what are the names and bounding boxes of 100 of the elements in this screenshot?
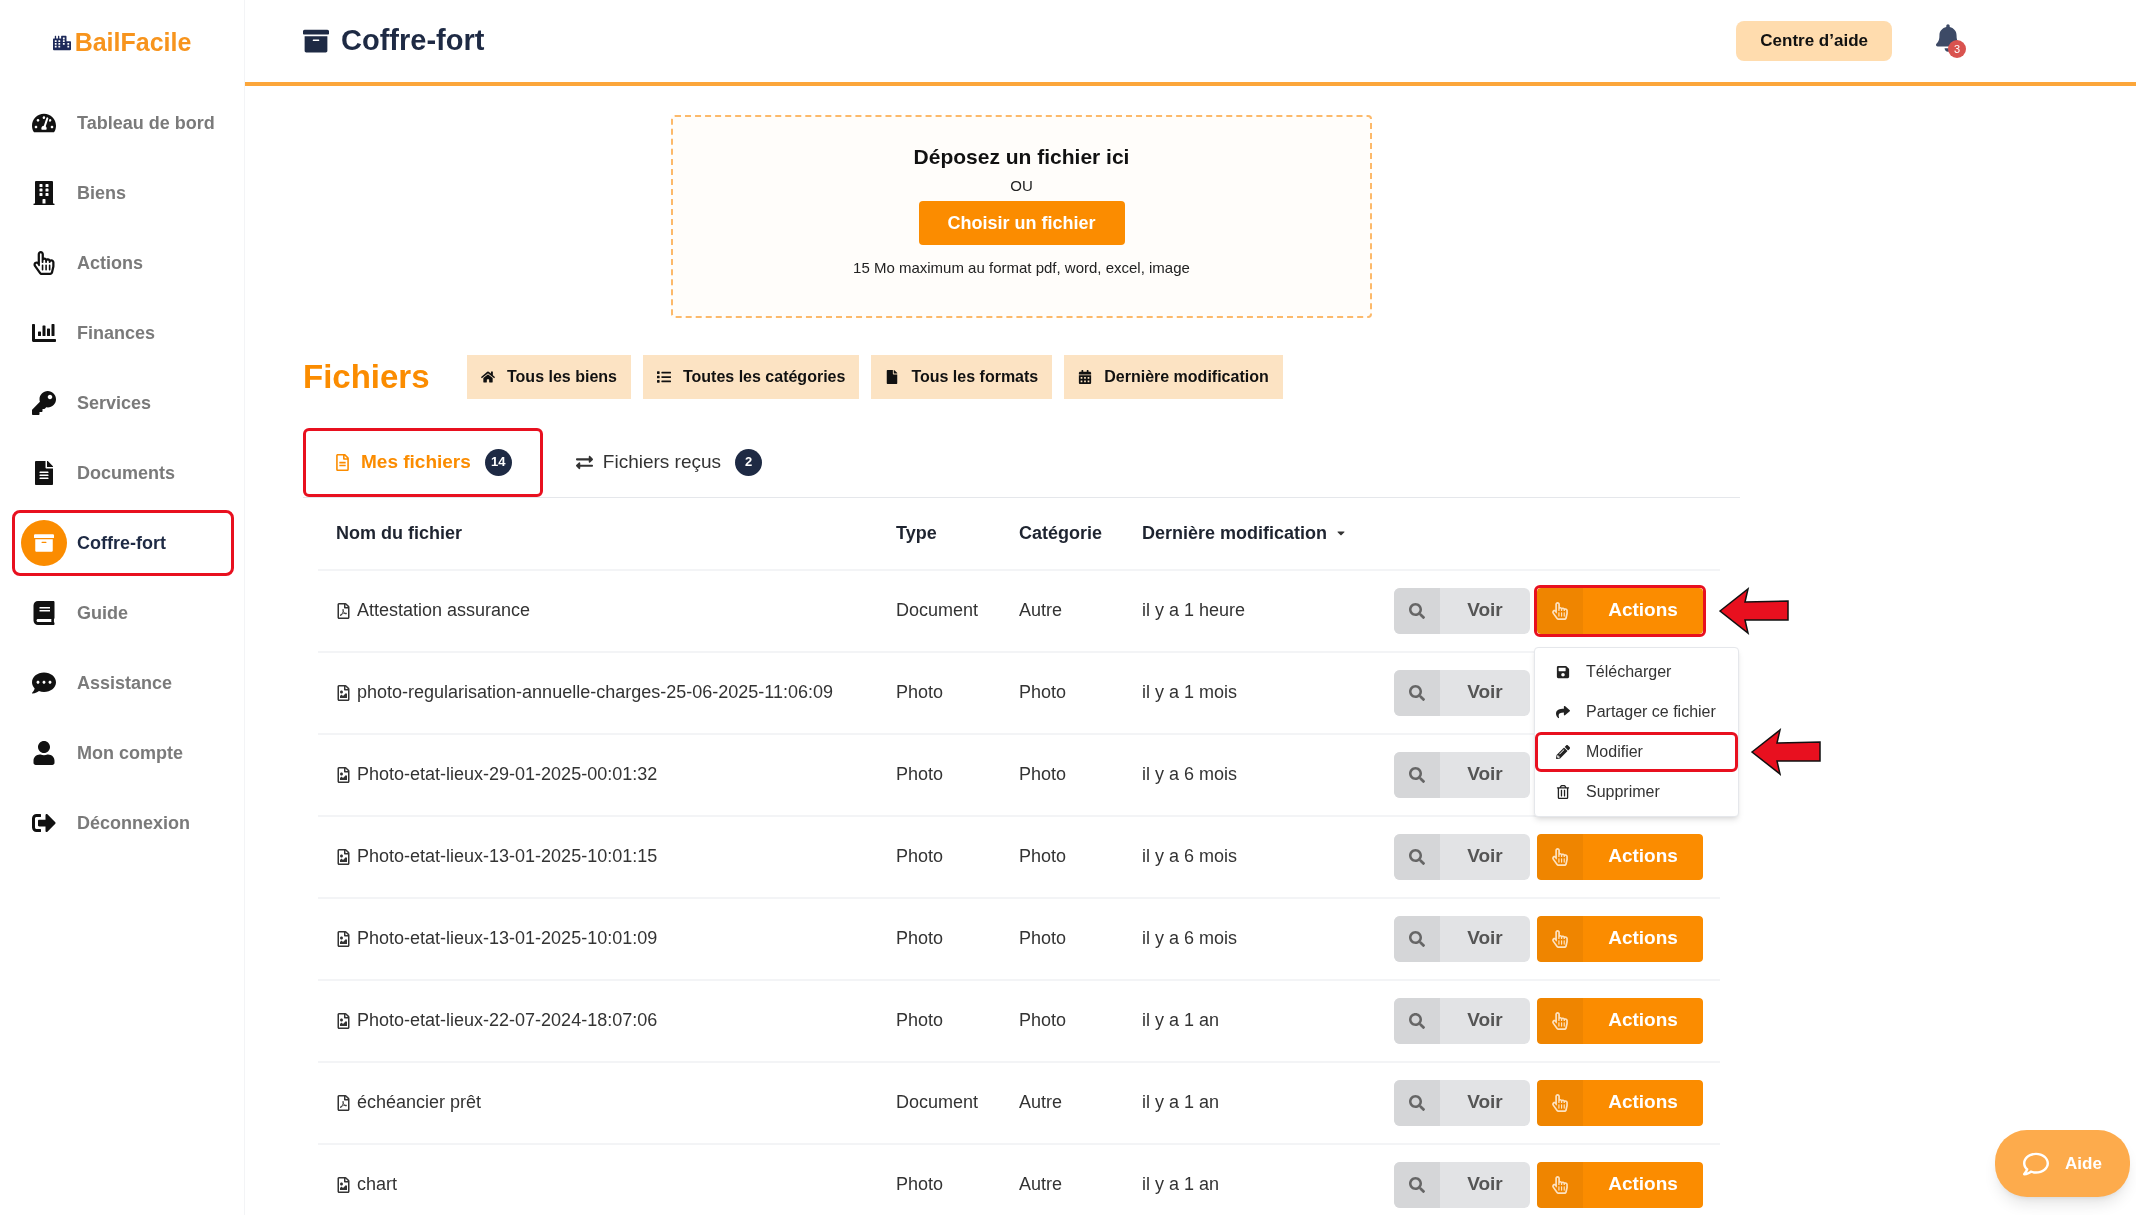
table-cell-text: Autre xyxy=(1019,1091,1064,1114)
hand-pointer-icon xyxy=(1552,929,1568,948)
search-icon xyxy=(1409,1012,1425,1029)
column-header[interactable]: Nom du fichier xyxy=(336,519,462,547)
table-cell-text: Autre xyxy=(1019,1173,1064,1196)
share-arrow-icon xyxy=(1556,704,1570,719)
table-cell-text: Photo xyxy=(896,927,945,950)
sidebar-item[interactable]: Guide xyxy=(12,580,234,646)
filter-button[interactable]: Dernière modification xyxy=(1064,354,1283,399)
sidebar-item[interactable]: Biens xyxy=(12,160,234,226)
table-cell-text: Photo xyxy=(1019,845,1068,868)
hand-pointer-icon xyxy=(1552,847,1568,866)
view-button[interactable]: Voir xyxy=(1394,997,1530,1044)
upload-hint: 15 Mo maximum au format pdf, word, excel, image xyxy=(853,258,1190,278)
exchange-arrows-icon xyxy=(575,453,593,471)
chat-bubble-icon xyxy=(2023,1150,2050,1177)
hand-pointer-icon xyxy=(1552,601,1568,620)
menu-item[interactable]: Télécharger xyxy=(1535,651,1738,692)
sidebar-item[interactable]: Tableau de bord xyxy=(12,90,234,156)
file-name: Photo-etat-lieux-29-01-2025-00:01:32 xyxy=(357,763,658,786)
pencil-icon xyxy=(1556,744,1570,759)
building-icon xyxy=(32,181,56,205)
document-icon xyxy=(32,461,56,485)
table-cell-text: Photo xyxy=(896,845,945,868)
tab[interactable]: Mes fichiers 14 xyxy=(303,427,543,497)
search-icon xyxy=(1409,684,1425,701)
trash-icon xyxy=(1556,784,1570,799)
image-file-icon xyxy=(336,1176,351,1193)
user-icon xyxy=(32,741,56,765)
view-button[interactable]: Voir xyxy=(1394,1161,1530,1208)
table-cell-text: Document xyxy=(896,599,980,622)
search-icon xyxy=(1409,848,1425,865)
sidebar-item[interactable]: Déconnexion xyxy=(12,790,234,856)
search-icon xyxy=(1409,930,1425,947)
sidebar-item[interactable]: Coffre-fort xyxy=(12,510,234,576)
view-button[interactable]: Voir xyxy=(1394,915,1530,962)
file-name: photo-regularisation-annuelle-charges-25-06-2025-11:06:09 xyxy=(357,681,833,704)
page-title: Coffre-fort xyxy=(341,23,485,59)
calendar-icon xyxy=(1078,369,1093,384)
menu-item[interactable]: Modifier xyxy=(1535,731,1738,772)
sidebar-item[interactable]: Documents xyxy=(12,440,234,506)
logout-icon xyxy=(32,811,56,835)
table-cell-text: Photo xyxy=(896,1173,945,1196)
table-cell-text: Photo xyxy=(1019,681,1068,704)
menu-item[interactable]: Partager ce fichier xyxy=(1535,691,1738,732)
home-icon xyxy=(481,369,495,384)
column-header[interactable]: Type xyxy=(896,519,937,547)
section-title: Fichiers xyxy=(303,357,431,397)
drop-zone[interactable]: Déposez un fichier ici OU Choisir un fichier 15 Mo maximum au format pdf, word, excel, image xyxy=(671,115,1372,318)
table-cell-text: Photo xyxy=(1019,1009,1068,1032)
image-file-icon xyxy=(336,930,351,947)
notification-count: 3 xyxy=(1948,40,1966,58)
sidebar-item[interactable]: Finances xyxy=(12,300,234,366)
sidebar-item[interactable]: Services xyxy=(12,370,234,436)
image-file-icon xyxy=(336,766,351,783)
image-file-icon xyxy=(336,684,351,701)
view-button[interactable]: Voir xyxy=(1394,751,1530,798)
logo-icon xyxy=(52,34,71,52)
menu-item[interactable]: Supprimer xyxy=(1535,771,1738,812)
view-button[interactable]: Voir xyxy=(1394,833,1530,880)
help-center-button[interactable]: Centre d’aide xyxy=(1736,21,1892,61)
view-button[interactable]: Voir xyxy=(1394,669,1530,716)
column-header[interactable]: Catégorie xyxy=(1019,519,1103,547)
table-cell-text: il y a 1 mois xyxy=(1142,681,1239,704)
chat-bubble-icon xyxy=(32,671,56,695)
save-icon xyxy=(1556,664,1570,679)
hand-pointer-icon xyxy=(1552,1175,1568,1194)
file-name: échéancier prêt xyxy=(357,1091,482,1114)
count-badge: 14 xyxy=(484,448,512,476)
table-cell-text: il y a 1 an xyxy=(1142,1009,1221,1032)
table-cell-text: il y a 1 heure xyxy=(1142,599,1247,622)
notification-bell[interactable]: 3 xyxy=(1936,24,1966,58)
file-name: chart xyxy=(357,1173,398,1196)
filter-button[interactable]: Tous les formats xyxy=(871,354,1053,399)
file-icon xyxy=(885,369,900,384)
filter-button[interactable]: Tous les biens xyxy=(467,354,631,399)
document-icon xyxy=(334,453,351,471)
search-icon xyxy=(1409,766,1425,783)
drop-zone-title: Déposez un fichier ici xyxy=(913,144,1130,170)
view-button[interactable]: Voir xyxy=(1394,1079,1530,1126)
sidebar-item[interactable]: Actions xyxy=(12,230,234,296)
table-cell-text: Autre xyxy=(1019,599,1064,622)
table-cell-text: Photo xyxy=(1019,927,1068,950)
sidebar-item[interactable]: Assistance xyxy=(12,650,234,716)
file-name: Photo-etat-lieux-13-01-2025-10:01:09 xyxy=(357,927,658,950)
table-cell-text: il y a 1 an xyxy=(1142,1091,1221,1114)
view-button[interactable]: Voir xyxy=(1394,587,1530,634)
table-cell-text: Photo xyxy=(896,1009,945,1032)
archive-icon xyxy=(303,28,329,54)
hand-pointer-icon xyxy=(1552,1093,1568,1112)
table-cell-text: il y a 1 an xyxy=(1142,1173,1221,1196)
book-icon xyxy=(32,601,56,625)
count-badge: 2 xyxy=(735,448,763,476)
sidebar-item[interactable]: Mon compte xyxy=(12,720,234,786)
column-header[interactable]: Dernière modification xyxy=(1142,519,1328,547)
tab[interactable]: Fichiers reçus 2 xyxy=(544,427,794,497)
filter-button[interactable]: Toutes les catégories xyxy=(642,354,860,399)
table-cell-text: Photo xyxy=(1019,763,1068,786)
hand-pointer-icon xyxy=(1552,1011,1568,1030)
table-cell-text: il y a 6 mois xyxy=(1142,927,1239,950)
